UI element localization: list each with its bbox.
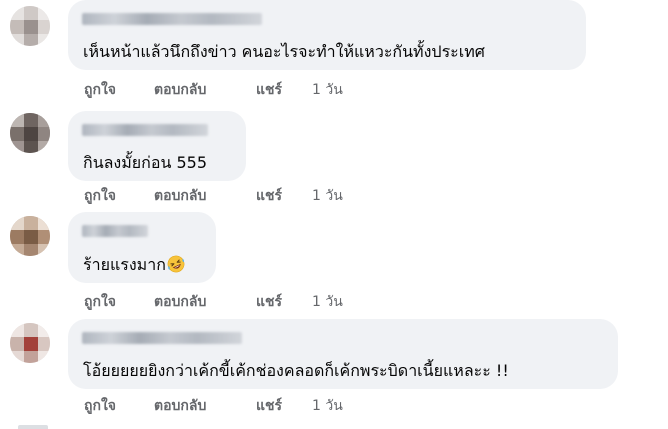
comment-item: โอ้ยยยยยยิงกว่าเค้กขี้เค้กช่องคลอดก็เค้ก… bbox=[0, 315, 668, 429]
share-button[interactable]: แชร์ bbox=[256, 397, 282, 415]
comment-actions: ถูกใจ ตอบกลับ แชร์ 1 วัน bbox=[84, 81, 484, 99]
timestamp[interactable]: 1 วัน bbox=[312, 81, 343, 99]
comment-text: โอ้ยยยยยยิงกว่าเค้กขี้เค้กช่องคลอดก็เค้ก… bbox=[83, 361, 509, 380]
comment-actions: ถูกใจ ตอบกลับ แชร์ 1 วัน bbox=[84, 397, 484, 415]
avatar[interactable] bbox=[10, 216, 50, 256]
avatar[interactable] bbox=[10, 6, 50, 46]
comment-text: กินลงมั้ยก่อน 555 bbox=[83, 153, 208, 172]
comment-actions: ถูกใจ ตอบกลับ แชร์ 1 วัน bbox=[84, 187, 484, 205]
timestamp[interactable]: 1 วัน bbox=[312, 397, 343, 415]
comment-text-body: ร้ายแรงมาก bbox=[83, 255, 166, 274]
author-name[interactable] bbox=[82, 332, 242, 344]
comment-item: เห็นหน้าแล้วนึกถึงข่าว คนอะไรจะทำให้แหวะ… bbox=[0, 0, 668, 105]
rolling-on-floor-laughing-emoji bbox=[167, 255, 185, 273]
avatar[interactable] bbox=[10, 323, 50, 363]
reply-button[interactable]: ตอบกลับ bbox=[154, 187, 206, 205]
comment-bubble: โอ้ยยยยยยิงกว่าเค้กขี้เค้กช่องคลอดก็เค้ก… bbox=[68, 319, 618, 389]
comment-bubble: เห็นหน้าแล้วนึกถึงข่าว คนอะไรจะทำให้แหวะ… bbox=[68, 0, 586, 70]
like-button[interactable]: ถูกใจ bbox=[84, 293, 116, 311]
reply-button[interactable]: ตอบกลับ bbox=[154, 293, 206, 311]
like-button[interactable]: ถูกใจ bbox=[84, 397, 116, 415]
next-comment-avatar-edge bbox=[18, 425, 48, 429]
comment-text: ร้ายแรงมาก bbox=[83, 255, 185, 275]
comment-bubble: ร้ายแรงมาก bbox=[68, 212, 216, 283]
author-name[interactable] bbox=[82, 13, 262, 25]
timestamp[interactable]: 1 วัน bbox=[312, 293, 343, 311]
share-button[interactable]: แชร์ bbox=[256, 81, 282, 99]
avatar[interactable] bbox=[10, 113, 50, 153]
author-name[interactable] bbox=[82, 124, 208, 136]
comment-item: ร้ายแรงมาก ถูกใจ ตอบกลับ แชร์ 1 วัน bbox=[0, 210, 668, 315]
like-button[interactable]: ถูกใจ bbox=[84, 187, 116, 205]
like-button[interactable]: ถูกใจ bbox=[84, 81, 116, 99]
author-name[interactable] bbox=[82, 225, 148, 237]
share-button[interactable]: แชร์ bbox=[256, 187, 282, 205]
comment-bubble: กินลงมั้ยก่อน 555 bbox=[68, 111, 246, 181]
reply-button[interactable]: ตอบกลับ bbox=[154, 81, 206, 99]
reply-button[interactable]: ตอบกลับ bbox=[154, 397, 206, 415]
timestamp[interactable]: 1 วัน bbox=[312, 187, 343, 205]
comment-actions: ถูกใจ ตอบกลับ แชร์ 1 วัน bbox=[84, 293, 484, 311]
comment-text: เห็นหน้าแล้วนึกถึงข่าว คนอะไรจะทำให้แหวะ… bbox=[83, 42, 485, 61]
comment-item: กินลงมั้ยก่อน 555 ถูกใจ ตอบกลับ แชร์ 1 ว… bbox=[0, 105, 668, 210]
share-button[interactable]: แชร์ bbox=[256, 293, 282, 311]
